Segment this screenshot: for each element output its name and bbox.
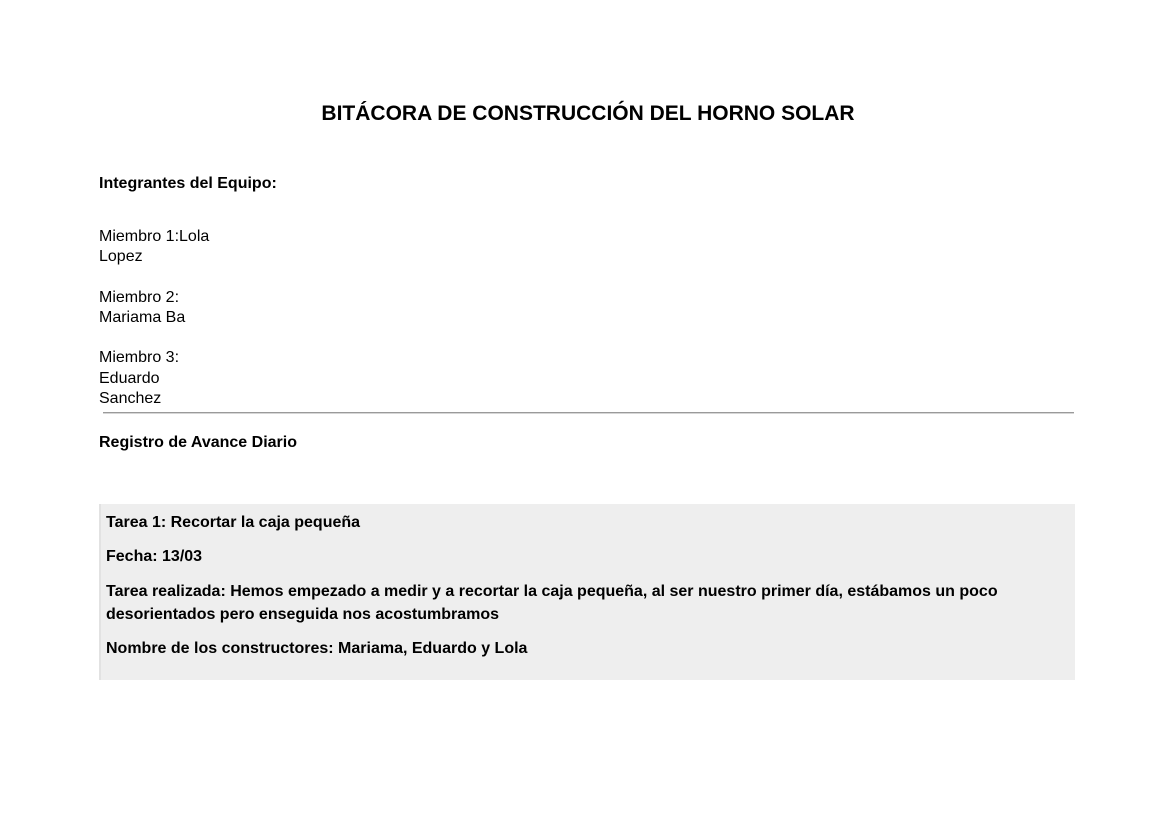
task-date: Fecha: 13/03 <box>106 548 203 565</box>
task-description: Tarea realizada: Hemos empezado a medir … <box>106 583 998 623</box>
team-member-3: Miembro 3: Eduardo Sanchez <box>99 349 180 407</box>
daily-log-heading: Registro de Avance Diario <box>99 434 297 451</box>
section-divider <box>103 412 1074 414</box>
team-member-2: Miembro 2: Mariama Ba <box>99 288 186 327</box>
team-members-list: Miembro 1:Lola Lopez Miembro 2: Mariama … <box>99 207 209 429</box>
task-builders: Nombre de los constructores: Mariama, Ed… <box>106 640 528 657</box>
page-title: BITÁCORA DE CONSTRUCCIÓN DEL HORNO SOLAR <box>321 102 855 125</box>
team-heading: Integrantes del Equipo: <box>99 175 277 192</box>
task-title: Tarea 1: Recortar la caja pequeña <box>106 514 361 531</box>
team-member-1: Miembro 1:Lola Lopez <box>99 228 210 266</box>
